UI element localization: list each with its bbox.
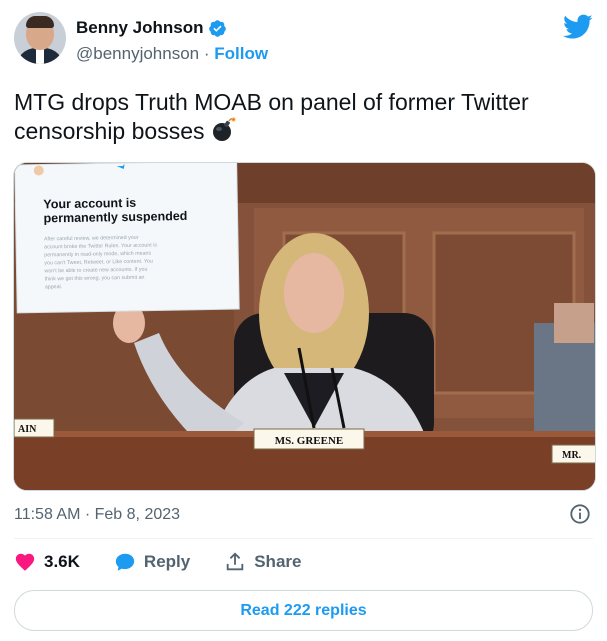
share-button[interactable]: Share [224, 551, 301, 573]
author-avatar[interactable] [14, 12, 66, 64]
twitter-bird-icon[interactable] [563, 14, 593, 40]
author-name-row[interactable]: Benny Johnson [76, 18, 227, 38]
share-label: Share [254, 552, 302, 571]
author-handle-row: @bennyjohnson · Follow [76, 44, 268, 64]
tweet-actions: 3.6K Reply Share [14, 551, 335, 573]
avatar-hair [26, 16, 54, 28]
author-handle[interactable]: @bennyjohnson [76, 44, 199, 63]
share-icon [226, 552, 244, 571]
placard-greene: MS. GREENE [275, 435, 343, 447]
tweet-media-image[interactable]: MS. GREENE AIN MR. Your account is perma… [13, 162, 596, 491]
placard-right: MR. [562, 450, 582, 461]
heart-icon [15, 553, 35, 571]
verified-badge-icon [208, 19, 226, 37]
reply-button[interactable]: Reply [114, 551, 190, 573]
sign-body-line: appeal. [45, 284, 62, 290]
tweet-text: MTG drops Truth MOAB on panel of former … [14, 88, 594, 146]
placard-left: AIN [18, 424, 37, 435]
tweet-timestamp[interactable]: 11:58 AM · Feb 8, 2023 [14, 506, 180, 524]
divider [14, 538, 593, 539]
like-button[interactable]: 3.6K [14, 551, 80, 573]
tweet-text-content: MTG drops Truth MOAB on panel of former … [14, 89, 529, 144]
like-count: 3.6K [44, 552, 80, 571]
avatar-shirt [36, 48, 44, 64]
author-display-name[interactable]: Benny Johnson [76, 18, 204, 38]
info-icon[interactable] [569, 503, 591, 525]
follow-button[interactable]: Follow [214, 44, 268, 63]
reply-label: Reply [143, 552, 191, 571]
read-replies-button[interactable]: Read 222 replies [14, 590, 593, 631]
handle-separator: · [203, 44, 210, 63]
bomb-emoji-icon [212, 117, 236, 141]
hearing-scene: MS. GREENE AIN MR. Your account is perma… [14, 163, 595, 490]
reply-bubble-icon [115, 553, 135, 571]
sign-title-line2: permanently suspended [43, 209, 187, 226]
